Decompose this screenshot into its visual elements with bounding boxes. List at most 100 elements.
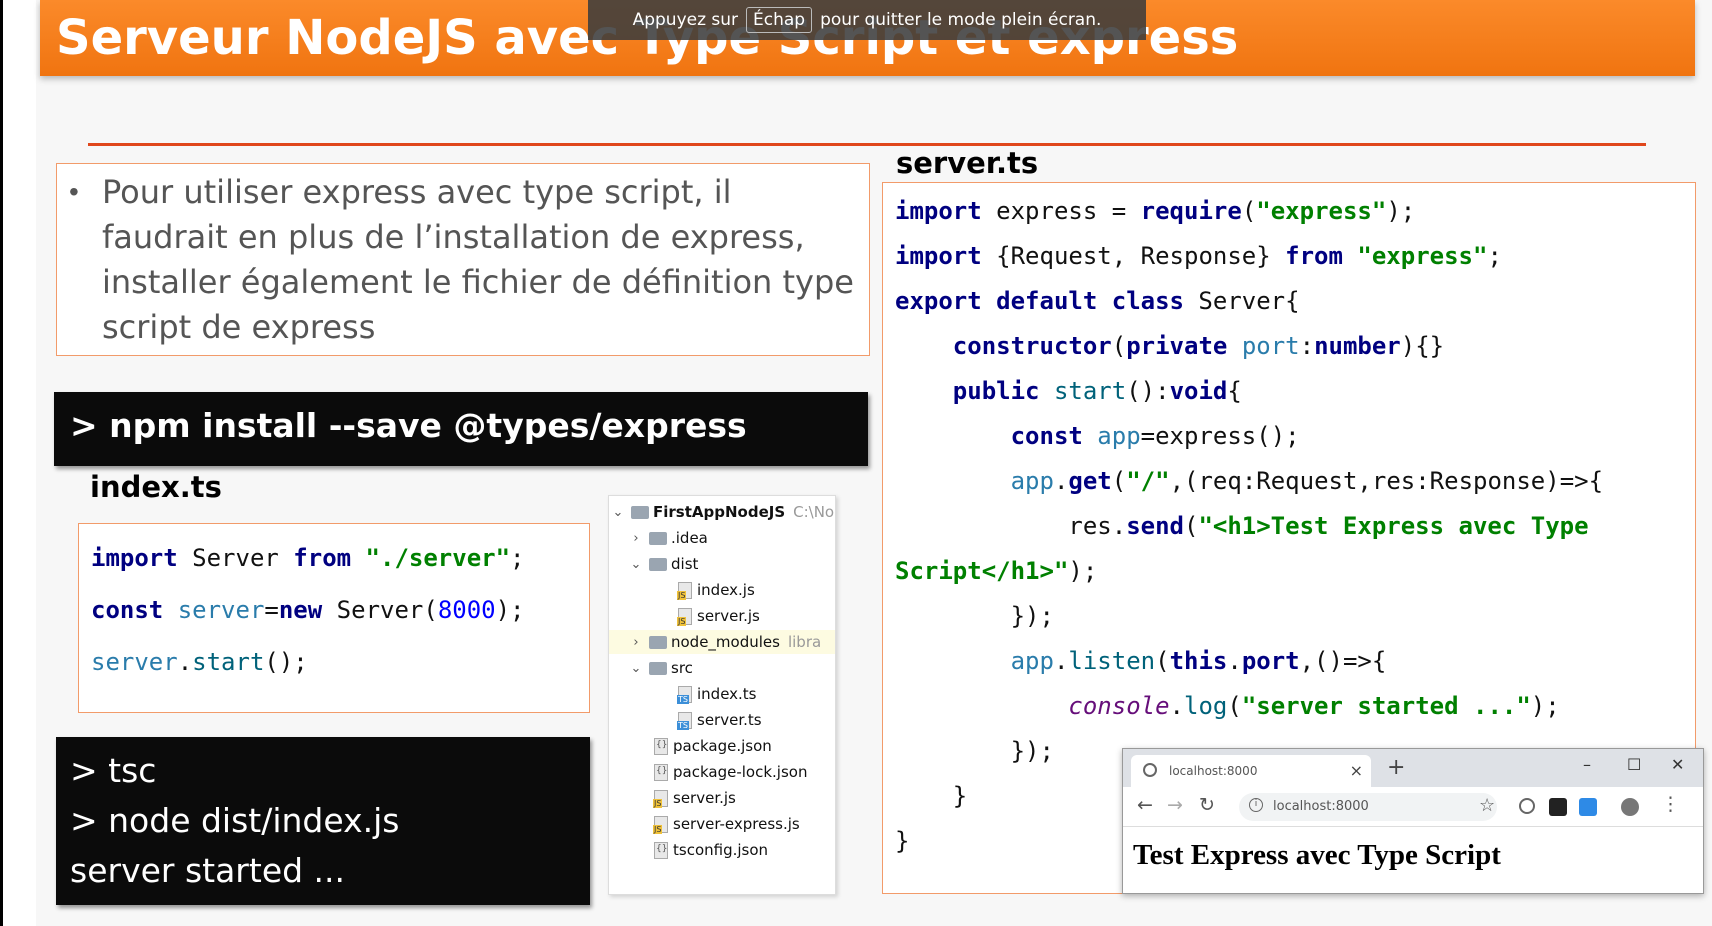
tree-item[interactable]: server.ts — [673, 708, 762, 732]
tree-item-note: libra — [787, 633, 822, 651]
server-code-line: constructor(private port:number){} — [952, 332, 1445, 360]
extension-icon[interactable] — [1519, 798, 1535, 814]
server-code-line: res.send("<h1>Test Express avec Type — [895, 512, 1589, 540]
server-code-line: }); — [895, 602, 1054, 630]
bullet-icon: • — [69, 176, 79, 207]
tree-item-label: package.json — [673, 737, 772, 755]
accent-divider — [88, 143, 1646, 146]
menu-icon[interactable]: ⋮ — [1661, 793, 1680, 815]
escape-key-badge: Échap — [746, 7, 813, 33]
server-code-line: public start():void{ — [952, 377, 1242, 405]
json-file-icon — [654, 763, 668, 781]
terminal-line: > tsc — [70, 751, 157, 790]
index-code-box: import Server from "./server"; const ser… — [78, 523, 590, 713]
chevron-down-icon: ⌄ — [630, 556, 642, 572]
tree-item[interactable]: ⌄ src — [627, 656, 693, 680]
js-file-icon — [677, 581, 692, 600]
tab-title: localhost:8000 — [1169, 764, 1258, 778]
address-url: localhost:8000 — [1273, 799, 1369, 814]
index-code-line: const server=new Server(8000); — [91, 596, 525, 624]
tree-item-label: server-express.js — [673, 815, 800, 833]
window-close-icon[interactable]: ✕ — [1671, 755, 1684, 774]
tree-item-label: index.js — [697, 581, 755, 599]
chevron-down-icon: ⌄ — [612, 504, 624, 520]
server-code-line: import express = require("express"); — [895, 197, 1416, 225]
tree-item[interactable]: server.js — [649, 786, 736, 810]
tree-item-label: .idea — [671, 529, 708, 547]
js-file-icon — [653, 789, 668, 808]
tree-item-label: package-lock.json — [673, 763, 808, 781]
index-code-line: server.start(); — [91, 648, 308, 676]
extension-icon[interactable] — [1579, 798, 1597, 816]
folder-icon — [649, 661, 667, 675]
npm-install-command: > npm install --save @types/express — [70, 406, 747, 445]
globe-icon — [1143, 763, 1157, 777]
address-bar[interactable]: i localhost:8000 — [1239, 793, 1497, 821]
browser-window: localhost:8000 × + – ☐ ✕ ← → ↻ i localho… — [1122, 748, 1704, 894]
js-file-icon — [677, 607, 692, 626]
tree-root[interactable]: ⌄ FirstAppNodeJS C:\No — [609, 500, 835, 524]
server-code-line: Script</h1>"); — [895, 557, 1098, 585]
tree-item-label: server.ts — [697, 711, 762, 729]
folder-icon — [649, 635, 667, 649]
browser-tab[interactable]: localhost:8000 × — [1131, 755, 1371, 787]
terminal-line: > node dist/index.js — [70, 801, 400, 840]
info-icon[interactable]: i — [1249, 798, 1263, 812]
tree-root-name: FirstAppNodeJS — [653, 503, 786, 521]
plus-icon[interactable]: + — [1387, 755, 1405, 780]
project-tree: ⌄ FirstAppNodeJS C:\No › .idea ⌄ dist in… — [608, 495, 836, 895]
folder-icon — [649, 531, 667, 545]
extension-icon[interactable] — [1549, 798, 1567, 816]
js-file-icon — [653, 815, 668, 834]
chevron-right-icon: › — [633, 634, 639, 650]
page-heading: Test Express avec Type Script — [1133, 839, 1501, 871]
json-file-icon — [654, 841, 668, 859]
tree-item[interactable]: › node_modules libra — [609, 630, 835, 654]
terminal-line: server started ... — [70, 851, 346, 890]
tree-item[interactable]: package-lock.json — [649, 760, 807, 784]
tree-item[interactable]: tsconfig.json — [649, 838, 768, 862]
fullscreen-notice-before: Appuyez sur — [632, 10, 739, 30]
tree-item[interactable]: package.json — [649, 734, 772, 758]
fullscreen-notice-after: pour quitter le mode plein écran. — [820, 10, 1102, 30]
folder-icon — [649, 557, 667, 571]
ts-file-icon — [677, 685, 692, 704]
server-code-line: } — [895, 827, 910, 855]
tsc-terminal: > tsc > node dist/index.js server starte… — [56, 737, 590, 905]
minimize-icon[interactable]: – — [1583, 755, 1591, 774]
forward-icon[interactable]: → — [1167, 794, 1183, 816]
browser-tabbar: localhost:8000 × + – ☐ ✕ — [1123, 749, 1703, 787]
tree-item-label: src — [671, 659, 693, 677]
server-code-line: console.log("server started ..."); — [1068, 692, 1560, 720]
fullscreen-notice: Appuyez sur Échap pour quitter le mode p… — [588, 0, 1146, 40]
server-ts-label: server.ts — [896, 146, 1039, 180]
tree-item[interactable]: server-express.js — [649, 812, 800, 836]
server-code-line: app.get("/",(req:Request,res:Response)=>… — [1010, 467, 1604, 495]
index-code-line: import Server from "./server"; — [91, 544, 525, 572]
tree-item[interactable]: index.ts — [673, 682, 757, 706]
avatar[interactable] — [1621, 798, 1639, 816]
bullet-text: Pour utiliser express avec type script, … — [102, 173, 854, 346]
server-code-line: import {Request, Response} from "express… — [895, 242, 1502, 270]
chevron-down-icon: ⌄ — [630, 660, 642, 676]
server-code-line: }); — [895, 737, 1054, 765]
tree-item[interactable]: ⌄ dist — [627, 552, 699, 576]
browser-toolbar: ← → ↻ i localhost:8000 ☆ ⋮ — [1123, 787, 1703, 827]
star-icon[interactable]: ☆ — [1479, 795, 1495, 816]
json-file-icon — [654, 737, 668, 755]
chevron-right-icon: › — [633, 530, 639, 546]
reload-icon[interactable]: ↻ — [1199, 794, 1215, 816]
tree-item[interactable]: › .idea — [627, 526, 708, 550]
server-code-line: const app=express(); — [1010, 422, 1300, 450]
server-code-line: } — [895, 782, 968, 810]
tree-item-label: node_modules — [671, 633, 780, 651]
bullet-box: • Pour utiliser express avec type script… — [56, 163, 870, 356]
tree-item-label: tsconfig.json — [673, 841, 769, 859]
back-icon[interactable]: ← — [1137, 794, 1153, 816]
tree-item[interactable]: server.js — [673, 604, 760, 628]
tree-item-label: index.ts — [697, 685, 757, 703]
close-icon[interactable]: × — [1350, 761, 1363, 780]
maximize-icon[interactable]: ☐ — [1627, 755, 1641, 774]
tree-item[interactable]: index.js — [673, 578, 755, 602]
server-code-line: app.listen(this.port,()=>{ — [1010, 647, 1387, 675]
